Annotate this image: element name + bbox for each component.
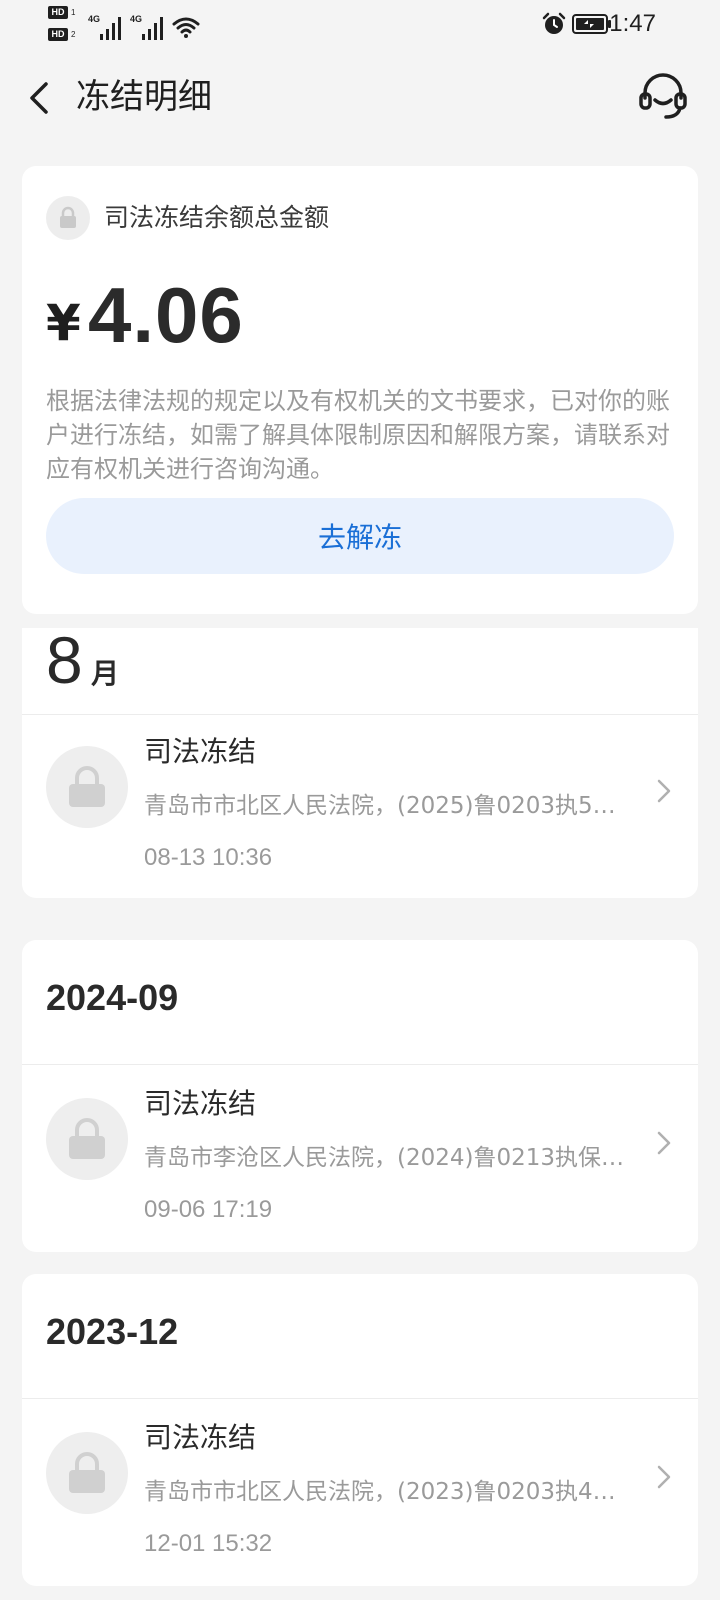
lock-icon-badge: [46, 196, 90, 240]
currency-symbol: ¥: [46, 294, 81, 352]
group-card-2024-09: 2024-09 司法冻结 青岛市李沧区人民法院，(2024)鲁0213执保… 0…: [22, 940, 698, 1252]
record-title: 司法冻结: [144, 735, 257, 768]
record-time: 12-01 15:32: [144, 1530, 273, 1557]
back-button[interactable]: [20, 74, 64, 122]
unfreeze-button[interactable]: 去解冻: [46, 498, 674, 574]
page-title: 冻结明细: [76, 77, 212, 117]
hd1-badge: HD: [48, 6, 68, 19]
wifi-icon: [172, 17, 200, 38]
hd-indicators: HD 1 HD 2: [48, 6, 84, 46]
record-description: 青岛市市北区人民法院，(2025)鲁0203执59…: [144, 793, 624, 819]
freeze-summary-card: 司法冻结余额总金额 ¥ 4.06 根据法律法规的规定以及有权机关的文书要求，已对…: [22, 166, 698, 614]
group-month-unit: 月: [91, 658, 120, 689]
freeze-record[interactable]: 司法冻结 青岛市市北区人民法院，(2025)鲁0203执59… 08-13 10…: [22, 714, 698, 900]
record-time: 09-06 17:19: [144, 1196, 273, 1223]
hd2-sub: 2: [71, 30, 76, 39]
signal-bars-icon: [142, 17, 163, 40]
freeze-description: 根据法律法规的规定以及有权机关的文书要求，已对你的账户进行冻结，如需了解具体限制…: [46, 387, 670, 483]
record-time: 08-13 10:36: [144, 844, 273, 871]
group-card-aug: 8 月 司法冻结 青岛市市北区人民法院，(2025)鲁0203执59… 08-1…: [22, 623, 698, 900]
chevron-right-icon: [657, 1131, 671, 1155]
record-description: 青岛市市北区人民法院，(2023)鲁0203执41…: [144, 1479, 624, 1505]
freeze-record[interactable]: 司法冻结 青岛市市北区人民法院，(2023)鲁0203执41… 12-01 15…: [22, 1400, 698, 1586]
record-title: 司法冻结: [144, 1087, 257, 1120]
summary-label: 司法冻结余额总金额: [104, 203, 330, 232]
signal-bars-icon: [100, 17, 121, 40]
customer-service-button[interactable]: [636, 70, 690, 124]
divider: [22, 1398, 698, 1399]
frozen-amount: 4.06: [88, 271, 244, 359]
back-arrow-icon: [30, 82, 48, 114]
lock-icon: [69, 766, 105, 807]
group-title-month: 8 月: [46, 620, 119, 700]
lock-icon: [69, 1452, 105, 1493]
group-card-2023-12: 2023-12 司法冻结 青岛市市北区人民法院，(2023)鲁0203执41… …: [22, 1274, 698, 1586]
group-month-number: 8: [46, 623, 83, 697]
header: 冻结明细: [0, 62, 720, 132]
record-lock-badge: [46, 1098, 128, 1180]
lock-icon: [60, 206, 76, 228]
chevron-right-icon: [657, 1465, 671, 1489]
group-title-date: 2023-12: [46, 1311, 179, 1352]
divider: [22, 1064, 698, 1065]
record-title: 司法冻结: [144, 1421, 257, 1454]
signal-2: 4G: [130, 14, 168, 40]
alarm-clock-icon: [542, 12, 566, 34]
lock-icon: [69, 1118, 105, 1159]
hd1-sub: 1: [71, 8, 76, 17]
status-time: 1:47: [609, 10, 656, 37]
chevron-right-icon: [657, 779, 671, 803]
status-bar: HD 1 HD 2 4G 4G 1:47: [0, 0, 720, 50]
battery-charging-icon: [572, 14, 611, 34]
headset-icon: [639, 73, 687, 119]
freeze-record[interactable]: 司法冻结 青岛市李沧区人民法院，(2024)鲁0213执保… 09-06 17:…: [22, 1066, 698, 1252]
signal-1: 4G: [88, 14, 126, 40]
record-description: 青岛市李沧区人民法院，(2024)鲁0213执保…: [144, 1145, 624, 1171]
group-title-date: 2024-09: [46, 977, 179, 1018]
record-lock-badge: [46, 1432, 128, 1514]
hd2-badge: HD: [48, 28, 68, 41]
record-lock-badge: [46, 746, 128, 828]
